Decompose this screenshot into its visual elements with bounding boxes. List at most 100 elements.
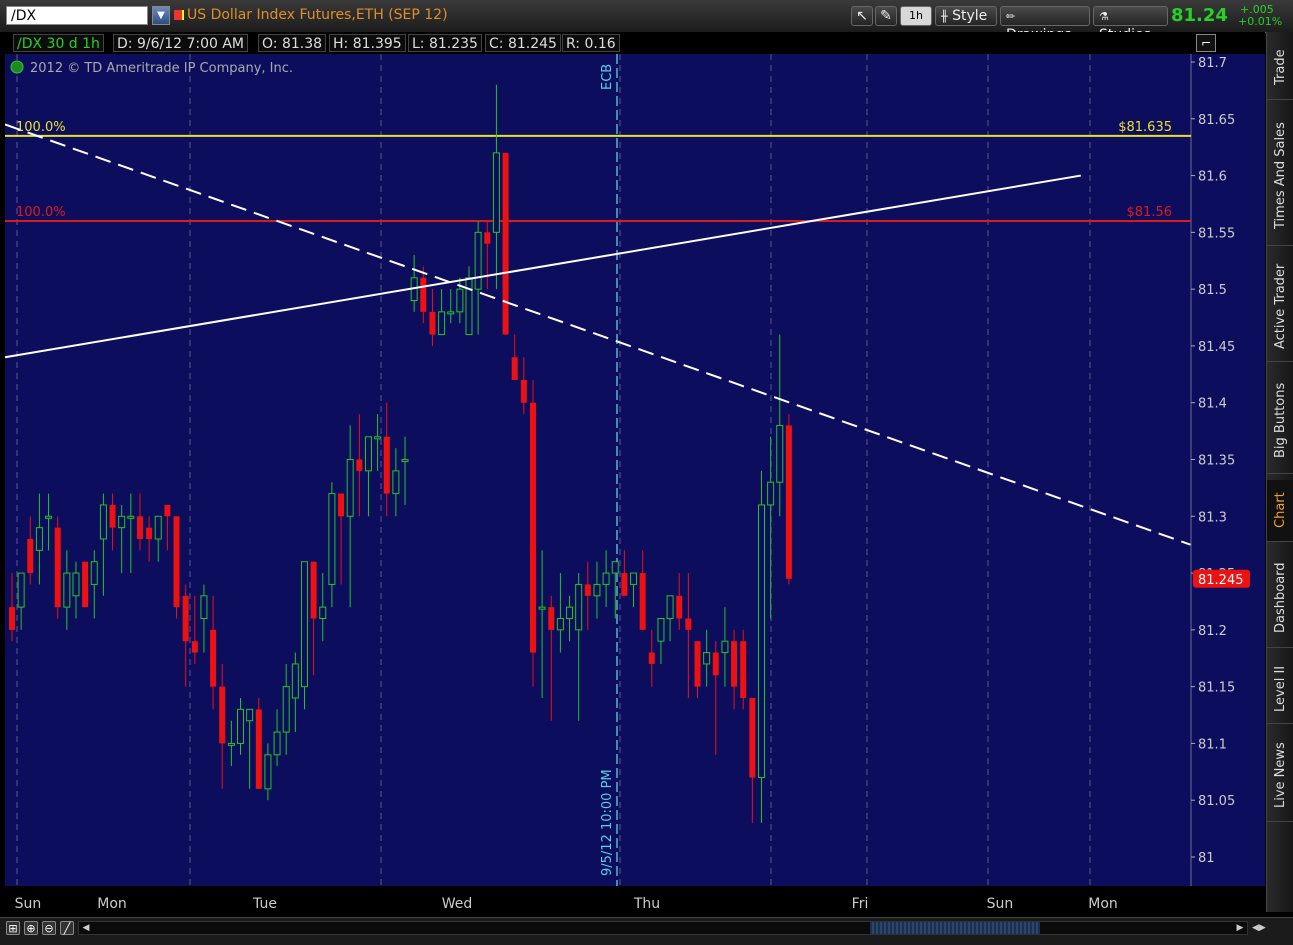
candle-body [392, 470, 400, 495]
candle-body [9, 607, 15, 630]
zoom-in-button[interactable]: ⊕ [24, 921, 38, 935]
candle-body [356, 459, 363, 471]
candle-body [383, 436, 390, 494]
candle-body [346, 459, 354, 517]
candle-body [45, 515, 53, 519]
chart-info-bar: /DX 30 d 1h D: 9/6/12 7:00 AM O: 81.38 H… [0, 32, 1265, 54]
candle-body [282, 686, 290, 733]
side-tab-active-trader[interactable]: Active Trader [1267, 252, 1293, 362]
candle-body [154, 515, 162, 540]
candle-body [447, 311, 455, 315]
x-tick-label: Fri [852, 896, 869, 912]
candle-body [757, 504, 765, 778]
symbol-dropdown-button[interactable]: ▼ [152, 6, 170, 25]
candle-body [264, 754, 272, 790]
scroll-left-arrow[interactable]: ◀ [80, 921, 92, 935]
expand-chart-arrow[interactable]: ◀▶ [1252, 921, 1266, 935]
side-panel: Trade Times And Sales Active Trader Big But… [1266, 32, 1293, 912]
candle-body [63, 572, 71, 608]
candle-body [749, 698, 756, 778]
tools-button[interactable]: ✎ [875, 6, 897, 26]
candle-body [492, 152, 500, 233]
flag-icon [174, 10, 184, 20]
last-price: 81.24 [1171, 5, 1228, 26]
drawing-line-button[interactable]: ╱ [60, 921, 74, 935]
time-axis [0, 886, 1265, 917]
y-tick-label: 81.2 [1198, 624, 1227, 639]
candle-body [210, 629, 217, 687]
candle-body [338, 493, 345, 517]
candle-body [255, 709, 262, 789]
scroll-right-arrow[interactable]: ▶ [1234, 921, 1246, 935]
candle-body [703, 652, 711, 665]
candle-body [511, 357, 518, 380]
candle-body [146, 527, 153, 539]
side-tab-chart[interactable]: Chart [1267, 480, 1293, 542]
y-tick-label: 81.05 [1198, 794, 1235, 809]
price-chart[interactable]: 100.0% $81.635 100.0% $81.56 ECB 9/5/12 10:0… [0, 54, 1265, 917]
cursor-icon: ↖ [856, 8, 868, 24]
symbol-input[interactable]: /DX [6, 6, 148, 25]
studies-button[interactable]: ⚗ Studies [1093, 6, 1168, 43]
candle-body [584, 584, 591, 596]
side-tab-times-and-sales[interactable]: Times And Sales [1267, 106, 1293, 246]
bar-close: C: 81.245 [485, 34, 561, 52]
crosshair-tool-button[interactable]: ↖ [851, 6, 873, 26]
candle-body [364, 436, 372, 472]
info-icon[interactable] [10, 60, 24, 74]
x-tick-label: Sun [15, 896, 42, 912]
candle-body [630, 572, 638, 585]
y-tick-label: 81.55 [1198, 226, 1235, 241]
candle-body [502, 152, 509, 335]
side-tab-trade[interactable]: Trade [1267, 36, 1293, 100]
last-price-tag-label: 81.245 [1198, 573, 1244, 588]
candle-body [484, 232, 491, 244]
candle-body [520, 380, 527, 403]
style-button[interactable]: ╫ Style [935, 6, 997, 26]
candle-body [227, 742, 235, 746]
candle-body [54, 527, 61, 608]
candle-body [173, 516, 180, 608]
bar-high: H: 81.395 [329, 34, 406, 52]
candle-body [300, 561, 308, 688]
candle-body [72, 572, 80, 597]
candle-body [237, 708, 244, 744]
chart-settings-button[interactable]: ⌐ [1196, 34, 1216, 52]
candle-body [694, 641, 701, 687]
zoom-fit-button[interactable]: ⊞ [6, 921, 20, 935]
flask-icon: ⚗ [1099, 10, 1109, 23]
candle-body [127, 515, 135, 519]
line-icon: ╱ [63, 922, 71, 935]
y-tick-label: 81.6 [1198, 170, 1227, 185]
time-scrollbar[interactable] [78, 921, 1248, 935]
x-tick-label: Tue [252, 896, 277, 912]
candle-body [35, 527, 43, 551]
candle-body [420, 277, 427, 312]
side-tab-big-buttons[interactable]: Big Buttons [1267, 368, 1293, 474]
side-tab-dashboard[interactable]: Dashboard [1267, 548, 1293, 648]
side-tab-level-ii[interactable]: Level II [1267, 654, 1293, 724]
instrument-description: US Dollar Index Futures,ETH (SEP 12) [187, 7, 448, 23]
aggregation-button[interactable]: 1h [900, 6, 932, 26]
candle-body [109, 504, 116, 528]
y-tick-label: 81.3 [1198, 510, 1227, 525]
x-tick-label: Wed [442, 896, 473, 912]
y-tick-label: 81.45 [1198, 340, 1235, 355]
pencil-icon: ✏ [1006, 10, 1016, 23]
drawings-button[interactable]: ✏ Drawings [1000, 6, 1090, 43]
fib-level-label: 100.0% [16, 205, 66, 220]
candle-body [712, 652, 719, 676]
y-tick-label: 81.5 [1198, 283, 1227, 298]
candle-body [200, 595, 208, 619]
side-tab-live-news[interactable]: Live News [1267, 730, 1293, 822]
zoom-out-button[interactable]: ⊖ [42, 921, 56, 935]
zoom-out-icon: ⊖ [44, 922, 54, 935]
symbol-period-label[interactable]: /DX 30 d 1h [13, 34, 104, 52]
y-tick-label: 81 [1198, 851, 1215, 866]
candle-body [593, 583, 601, 597]
scrollbar-thumb[interactable] [870, 922, 1040, 934]
candle-body [657, 618, 665, 642]
style-label: Style [952, 8, 988, 24]
candle-body [740, 641, 747, 698]
candles-icon: ╫ [941, 10, 948, 23]
